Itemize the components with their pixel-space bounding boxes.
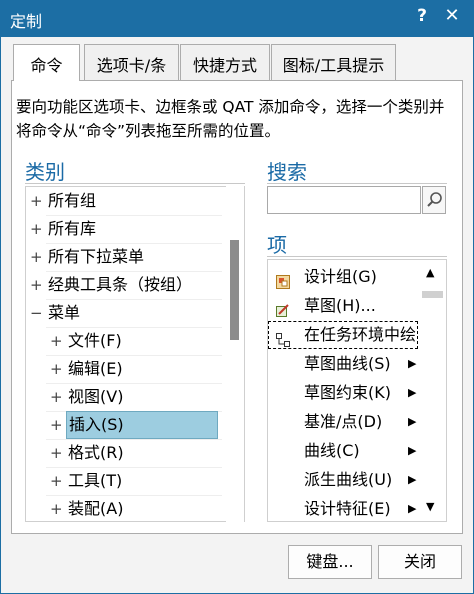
tree-item[interactable]: + 所有库 — [26, 215, 226, 243]
tree-item[interactable]: + 格式(R) — [26, 439, 226, 467]
command-label: 草图曲线(S) — [304, 354, 391, 373]
command-label: 曲线(C) — [304, 441, 360, 460]
tree-item-label: 工具(T) — [68, 471, 123, 490]
tree-item-label: 所有组 — [48, 191, 97, 210]
tree-item[interactable]: + 插入(S) — [26, 411, 226, 439]
task-environment-icon — [276, 328, 290, 347]
categories-tree[interactable]: + 所有组 + 所有库 + 所有下拉菜单 + 经典工具条（按组） − 菜单 + 文件(F) + 编辑(E)… — [25, 186, 245, 522]
command-label: 设计特征(E) — [304, 499, 391, 518]
tree-item-label: 插入(S) — [66, 411, 218, 439]
search-title: 搜索 — [267, 160, 307, 184]
expand-icon[interactable]: + — [50, 467, 63, 495]
submenu-arrow-icon: ▶ — [408, 444, 417, 457]
tab-shortcuts[interactable]: 快捷方式 — [180, 44, 270, 80]
tree-item-label: 编辑(E) — [68, 359, 123, 378]
tree-item[interactable]: + 编辑(E) — [26, 355, 226, 383]
items-divider — [267, 256, 447, 257]
command-item[interactable]: 设计组(G) — [268, 263, 418, 291]
expand-icon[interactable]: + — [50, 439, 63, 467]
tree-item-label: 所有库 — [48, 219, 97, 238]
tree-item-label: 菜单 — [48, 303, 81, 322]
submenu-arrow-icon: ▶ — [408, 473, 417, 486]
submenu-arrow-icon: ▶ — [408, 502, 417, 515]
description-text: 要向功能区选项卡、边框条或 QAT 添加命令，选择一个类别并将命令从“命令”列表… — [16, 98, 445, 140]
design-group-icon — [276, 270, 290, 289]
command-item[interactable]: 草图曲线(S) ▶ — [268, 350, 418, 378]
expand-icon[interactable]: + — [30, 187, 43, 215]
close-window-button[interactable]: ✕ — [442, 5, 462, 26]
command-item[interactable]: 草图(H)... — [268, 292, 418, 320]
title-bar: 定制 ? ✕ — [0, 0, 474, 37]
search-divider — [267, 183, 447, 184]
submenu-arrow-icon: ▶ — [408, 386, 417, 399]
scroll-up-arrow-icon[interactable]: ▲ — [426, 266, 434, 279]
tree-item[interactable]: + 经典工具条（按组） — [26, 271, 226, 299]
items-title: 项 — [267, 233, 287, 257]
tree-item[interactable]: + 所有下拉菜单 — [26, 243, 226, 271]
expand-icon[interactable]: + — [30, 271, 43, 299]
expand-icon[interactable]: + — [50, 411, 63, 439]
search-icon — [427, 192, 442, 207]
search-button[interactable] — [422, 186, 446, 214]
items-scroll-thumb[interactable] — [422, 291, 443, 298]
tree-item-label: 经典工具条（按组） — [48, 275, 193, 294]
window-title: 定制 — [10, 12, 43, 31]
expand-icon[interactable]: + — [30, 243, 43, 271]
tree-item-label: 格式(R) — [68, 443, 124, 462]
search-input[interactable] — [267, 186, 421, 214]
tree-item-label: 装配(A) — [68, 499, 124, 518]
command-label: 草图(H)... — [304, 296, 376, 315]
categories-title: 类别 — [25, 160, 65, 184]
command-label: 派生曲线(U) — [304, 470, 393, 489]
expand-icon[interactable]: + — [50, 383, 63, 411]
tree-item[interactable]: + 视图(V) — [26, 383, 226, 411]
tree-item[interactable]: + 文件(F) — [26, 327, 226, 355]
command-label: 设计组(G) — [304, 267, 377, 286]
command-label: 在任务环境中绘 — [304, 325, 417, 344]
scroll-down-arrow-icon[interactable]: ▼ — [426, 500, 434, 513]
keyboard-button[interactable]: 键盘... — [288, 545, 372, 579]
categories-scroll-thumb[interactable] — [230, 240, 239, 340]
submenu-arrow-icon: ▶ — [408, 357, 417, 370]
command-label: 草图约束(K) — [304, 383, 391, 402]
tab-commands[interactable]: 命令 — [13, 44, 80, 81]
help-button[interactable]: ? — [412, 6, 432, 26]
command-item[interactable]: 基准/点(D) ▶ — [268, 408, 418, 436]
tab-icons-tooltips[interactable]: 图标/工具提示 — [271, 44, 396, 80]
expand-icon[interactable]: + — [50, 495, 63, 521]
tree-item[interactable]: + 装配(A) — [26, 495, 226, 521]
command-item[interactable]: 在任务环境中绘 — [268, 321, 418, 349]
categories-scrollbar[interactable] — [226, 186, 244, 522]
command-item[interactable]: 曲线(C) ▶ — [268, 437, 418, 465]
close-button[interactable]: 关闭 — [378, 545, 462, 579]
expand-icon[interactable]: + — [50, 327, 63, 355]
command-label: 基准/点(D) — [304, 412, 383, 431]
tree-item[interactable]: − 菜单 — [26, 299, 226, 327]
tree-item-label: 文件(F) — [68, 331, 122, 350]
submenu-arrow-icon: ▶ — [408, 415, 417, 428]
expand-icon[interactable]: + — [50, 355, 63, 383]
tree-item-label: 所有下拉菜单 — [48, 247, 145, 266]
items-scrollbar[interactable]: ▲ ▼ — [420, 260, 446, 521]
command-item[interactable]: 设计特征(E) ▶ — [268, 495, 418, 521]
tree-item[interactable]: + 所有组 — [26, 187, 226, 215]
expand-icon[interactable]: + — [30, 215, 43, 243]
collapse-icon[interactable]: − — [30, 299, 43, 327]
command-item[interactable]: 派生曲线(U) ▶ — [268, 466, 418, 494]
tree-item-label: 视图(V) — [68, 387, 124, 406]
sketch-icon — [276, 299, 290, 317]
categories-divider — [25, 183, 245, 184]
tree-item[interactable]: + 工具(T) — [26, 467, 226, 495]
tab-tabs-bars[interactable]: 选项卡/条 — [84, 44, 179, 80]
command-item[interactable]: 草图约束(K) ▶ — [268, 379, 418, 407]
